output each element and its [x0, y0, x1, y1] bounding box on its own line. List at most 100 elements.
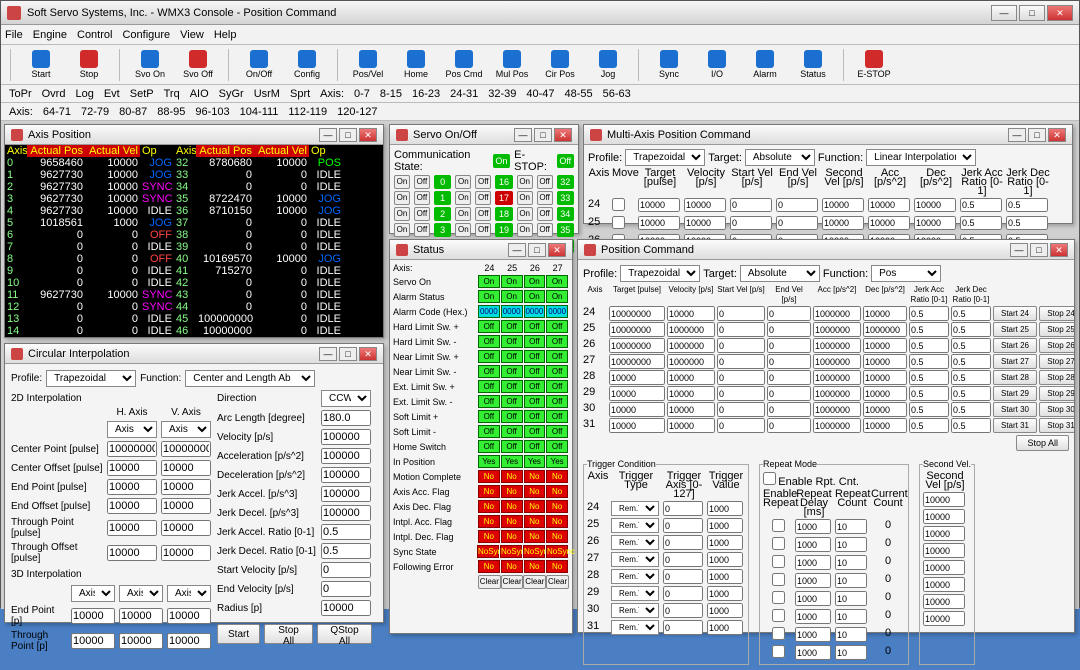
center-offset-v[interactable] [161, 460, 211, 476]
stop-axis-button[interactable]: Stop 28 [1039, 370, 1074, 385]
h-axis-select[interactable]: Axis 18 [107, 421, 157, 438]
stop-axis-button[interactable]: Stop 31 [1039, 418, 1074, 433]
start-axis-button[interactable]: Start 28 [993, 370, 1037, 385]
poscmd-tool[interactable]: Pos Cmd [443, 47, 485, 83]
start-tool[interactable]: Start [20, 47, 62, 83]
stop-axis-button[interactable]: Stop 26 [1039, 338, 1074, 353]
servo-on-button[interactable]: On [455, 223, 471, 237]
start-axis-button[interactable]: Start 27 [993, 354, 1037, 369]
center-point-v[interactable] [161, 441, 211, 457]
servo-off-button[interactable]: Off [537, 175, 553, 189]
servo-off-button[interactable]: Off [414, 223, 430, 237]
servo-off-button[interactable]: Off [475, 191, 491, 205]
axis2-select[interactable]: Axis 2 [167, 585, 211, 602]
clear-button[interactable]: Clear [478, 575, 501, 589]
servo-on-button[interactable]: On [517, 175, 533, 189]
mulpos-tool[interactable]: Mul Pos [491, 47, 533, 83]
servo-off-button[interactable]: Off [537, 207, 553, 221]
menu-help[interactable]: Help [214, 29, 237, 41]
servo-off-button[interactable]: Off [475, 207, 491, 221]
enable-rpt-cnt-checkbox[interactable] [763, 472, 776, 485]
svo-on-tool[interactable]: Svo On [129, 47, 171, 83]
close-button[interactable]: ✕ [1047, 5, 1073, 21]
jog-tool[interactable]: Jog [587, 47, 629, 83]
through-offset-h[interactable] [107, 545, 157, 561]
start-axis-button[interactable]: Start 30 [993, 402, 1037, 417]
stop-axis-button[interactable]: Stop 25 [1039, 322, 1074, 337]
stop-tool[interactable]: Stop [68, 47, 110, 83]
start-axis-button[interactable]: Start 26 [993, 338, 1037, 353]
qstop-all-button[interactable]: QStop All [317, 624, 372, 644]
panel-min-button[interactable]: — [319, 128, 337, 142]
stop-axis-button[interactable]: Stop 30 [1039, 402, 1074, 417]
maximize-button[interactable]: □ [1019, 5, 1045, 21]
estop-tool[interactable]: E-STOP [853, 47, 895, 83]
servo-off-button[interactable]: Off [475, 175, 491, 189]
servo-on-button[interactable]: On [455, 191, 471, 205]
start-axis-button[interactable]: Start 29 [993, 386, 1037, 401]
svo-off-tool[interactable]: Svo Off [177, 47, 219, 83]
function-select[interactable]: Center and Length Ab [185, 370, 315, 387]
panel-min-button[interactable]: — [319, 347, 337, 361]
through-point-h[interactable] [107, 520, 157, 536]
onoff-tool[interactable]: On/Off [238, 47, 280, 83]
axis1-select[interactable]: Axis 1 [119, 585, 163, 602]
direction-select[interactable]: CCW [321, 390, 371, 407]
alarm-tool[interactable]: Alarm [744, 47, 786, 83]
menu-control[interactable]: Control [77, 29, 112, 41]
clear-button[interactable]: Clear [546, 575, 569, 589]
panel-close-button[interactable]: ✕ [359, 128, 377, 142]
start-axis-button[interactable]: Start 31 [993, 418, 1037, 433]
sync-tool[interactable]: Sync [648, 47, 690, 83]
stop-axis-button[interactable]: Stop 29 [1039, 386, 1074, 401]
servo-on-button[interactable]: On [394, 191, 410, 205]
servo-off-button[interactable]: Off [475, 223, 491, 237]
servo-off-button[interactable]: Off [537, 223, 553, 237]
servo-off-button[interactable]: Off [414, 175, 430, 189]
stop-all-button[interactable]: Stop All [264, 624, 313, 644]
panel-max-button[interactable]: □ [339, 347, 357, 361]
home-tool[interactable]: Home [395, 47, 437, 83]
status-tool[interactable]: Status [792, 47, 834, 83]
posvel-tool[interactable]: Pos/Vel [347, 47, 389, 83]
io-tool[interactable]: I/O [696, 47, 738, 83]
through-point-v[interactable] [161, 520, 211, 536]
start-axis-button[interactable]: Start 25 [993, 322, 1037, 337]
clear-button[interactable]: Clear [523, 575, 546, 589]
menu-engine[interactable]: Engine [33, 29, 67, 41]
end-point-h[interactable] [107, 479, 157, 495]
servo-on-button[interactable]: On [517, 223, 533, 237]
servo-on-button[interactable]: On [455, 175, 471, 189]
end-point-v[interactable] [161, 479, 211, 495]
stop-axis-button[interactable]: Stop 24 [1039, 306, 1074, 321]
profile-select[interactable]: Trapezoidal [46, 370, 136, 387]
axis0-select[interactable]: Axis 0 [71, 585, 115, 602]
center-offset-h[interactable] [107, 460, 157, 476]
stop-axis-button[interactable]: Stop 27 [1039, 354, 1074, 369]
menu-view[interactable]: View [180, 29, 204, 41]
start-axis-button[interactable]: Start 24 [993, 306, 1037, 321]
servo-on-button[interactable]: On [517, 191, 533, 205]
panel-close-button[interactable]: ✕ [359, 347, 377, 361]
clear-button[interactable]: Clear [501, 575, 524, 589]
end-offset-v[interactable] [161, 498, 211, 514]
end-offset-h[interactable] [107, 498, 157, 514]
servo-on-button[interactable]: On [394, 207, 410, 221]
through-offset-v[interactable] [161, 545, 211, 561]
minimize-button[interactable]: — [991, 5, 1017, 21]
menu-file[interactable]: File [5, 29, 23, 41]
servo-off-button[interactable]: Off [537, 191, 553, 205]
servo-on-button[interactable]: On [394, 175, 410, 189]
start-button[interactable]: Start [217, 624, 260, 644]
servo-off-button[interactable]: Off [414, 191, 430, 205]
servo-off-button[interactable]: Off [414, 207, 430, 221]
config-tool[interactable]: Config [286, 47, 328, 83]
center-point-h[interactable] [107, 441, 157, 457]
servo-on-button[interactable]: On [455, 207, 471, 221]
menu-configure[interactable]: Configure [122, 29, 170, 41]
panel-max-button[interactable]: □ [339, 128, 357, 142]
v-axis-select[interactable]: Axis 19 [161, 421, 211, 438]
cirpos-tool[interactable]: Cir Pos [539, 47, 581, 83]
servo-on-button[interactable]: On [517, 207, 533, 221]
stop-all-button[interactable]: Stop All [1016, 435, 1069, 451]
